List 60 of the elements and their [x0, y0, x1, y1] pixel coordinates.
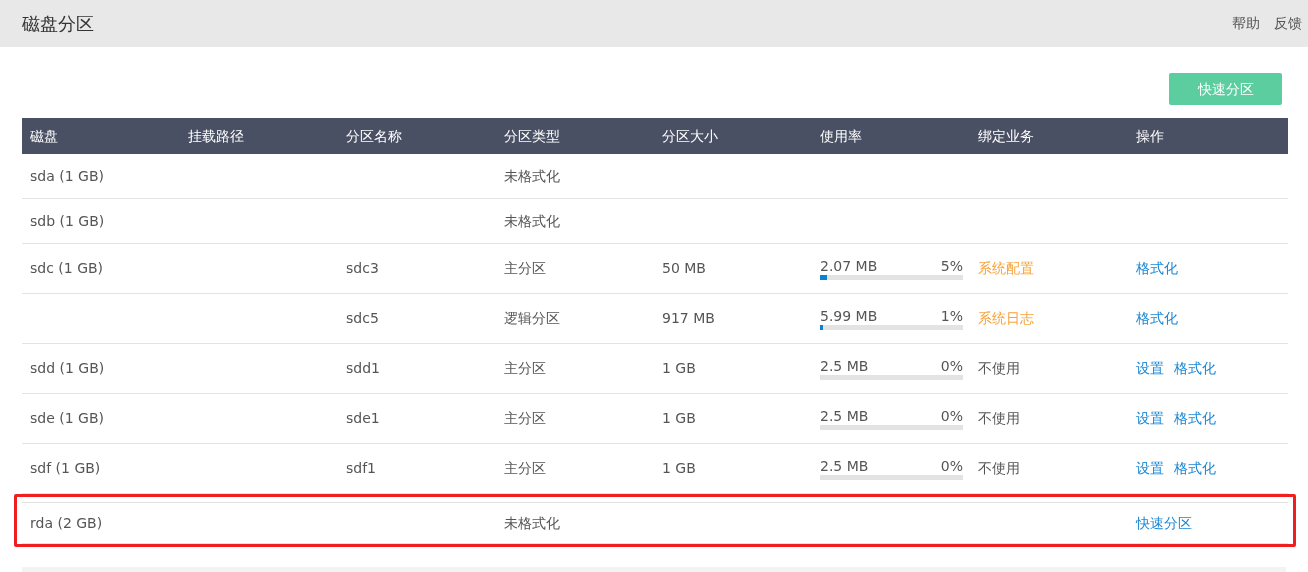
- usage-percent: 1%: [940, 307, 963, 325]
- table-cell-text: sde1: [346, 409, 380, 428]
- column-header: 分区类型: [504, 127, 560, 144]
- table-cell-text: 主分区: [504, 359, 546, 378]
- table-cell-text: 1 GB: [662, 409, 696, 428]
- action-link[interactable]: 格式化: [1174, 358, 1216, 379]
- column-header: 使用率: [820, 127, 862, 144]
- usage-text: 2.07 MB: [820, 257, 878, 275]
- table-cell-text: 未格式化: [504, 513, 560, 533]
- column-header: 分区名称: [346, 127, 402, 144]
- table-cell-text: 主分区: [504, 409, 546, 428]
- column-header: 挂载路径: [188, 127, 244, 144]
- column-header: 分区大小: [662, 127, 718, 144]
- page-title: 磁盘分区: [22, 12, 94, 36]
- table-cell-text: 50 MB: [662, 259, 706, 278]
- action-link[interactable]: 格式化: [1136, 258, 1178, 279]
- table-cell-text: sda (1 GB): [30, 166, 104, 186]
- usage-percent: 0%: [940, 457, 963, 475]
- action-link[interactable]: 设置: [1136, 458, 1164, 479]
- table-cell-text: sdc5: [346, 309, 379, 328]
- table-cell-text: 1 GB: [662, 359, 696, 378]
- table-cell-text: 1 GB: [662, 459, 696, 478]
- table-cell-text: 主分区: [504, 459, 546, 478]
- table-cell-text: sdc (1 GB): [30, 259, 104, 278]
- action-link[interactable]: 快速分区: [1136, 512, 1192, 534]
- header-link[interactable]: 反馈: [1274, 13, 1302, 34]
- header-link[interactable]: 帮助: [1232, 13, 1260, 34]
- usage-percent: 0%: [940, 407, 963, 425]
- column-header: 磁盘: [30, 127, 58, 144]
- action-link[interactable]: 格式化: [1136, 308, 1178, 329]
- service-label: 系统日志: [978, 309, 1034, 328]
- service-label: 不使用: [978, 359, 1020, 378]
- table-cell-text: sdf1: [346, 459, 377, 478]
- service-label: 不使用: [978, 409, 1020, 428]
- action-link[interactable]: 格式化: [1174, 458, 1216, 479]
- action-link[interactable]: 格式化: [1174, 408, 1216, 429]
- usage-text: 2.5 MB: [820, 407, 869, 425]
- table-cell-text: sdd1: [346, 359, 380, 378]
- service-label: 系统配置: [978, 259, 1034, 278]
- table-cell-text: sdc3: [346, 259, 379, 278]
- column-header: 绑定业务: [978, 127, 1034, 144]
- service-label: 不使用: [978, 459, 1020, 478]
- table-cell-text: 未格式化: [504, 211, 560, 231]
- column-header: 操作: [1136, 127, 1164, 144]
- table-cell-text: rda (2 GB): [30, 513, 103, 533]
- table-cell-text: 917 MB: [662, 309, 715, 328]
- table-cell-text: sdd (1 GB): [30, 359, 105, 378]
- table-cell-text: 主分区: [504, 259, 546, 278]
- usage-text: 2.5 MB: [820, 357, 869, 375]
- table-cell-text: sdf (1 GB): [30, 459, 101, 478]
- action-link[interactable]: 设置: [1136, 358, 1164, 379]
- usage-percent: 5%: [940, 257, 963, 275]
- usage-text: 2.5 MB: [820, 457, 869, 475]
- usage-percent: 0%: [940, 357, 963, 375]
- action-link[interactable]: 设置: [1136, 408, 1164, 429]
- table-cell-text: 逻辑分区: [504, 309, 560, 328]
- usage-text: 5.99 MB: [820, 307, 878, 325]
- table-cell-text: sde (1 GB): [30, 409, 104, 428]
- table-cell-text: 未格式化: [504, 166, 560, 186]
- table-cell-text: sdb (1 GB): [30, 211, 105, 231]
